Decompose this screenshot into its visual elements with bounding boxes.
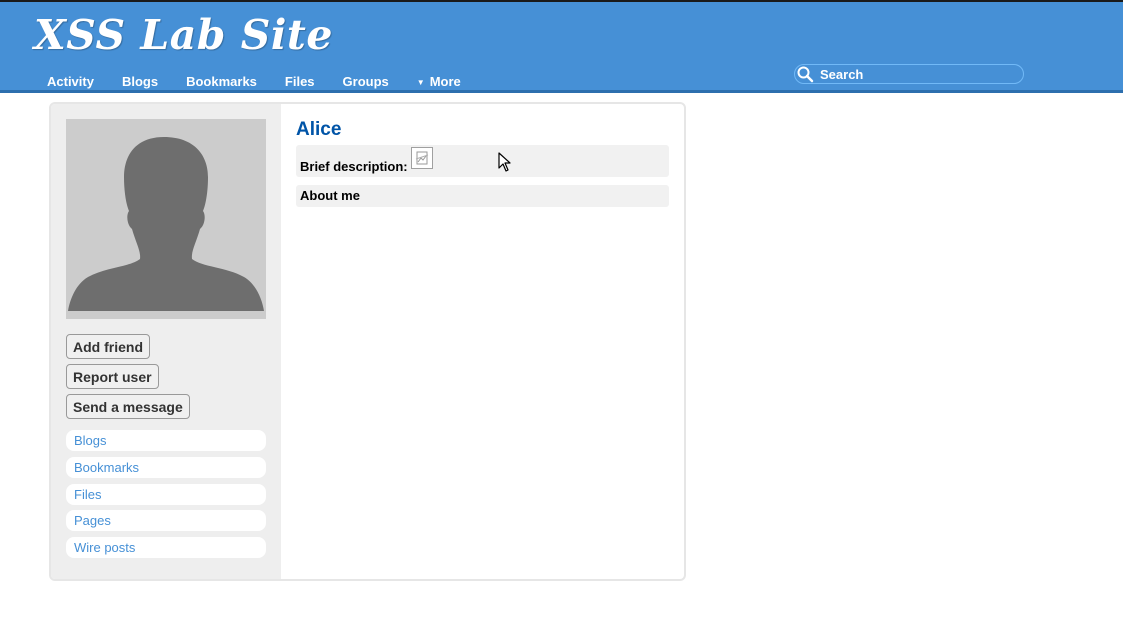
profile-name: Alice xyxy=(296,119,342,140)
owner-menu-wire-posts[interactable]: Wire posts xyxy=(66,537,266,558)
owner-menu-files[interactable]: Files xyxy=(66,484,266,505)
search-input[interactable] xyxy=(820,66,1010,82)
owner-menu-pages[interactable]: Pages xyxy=(66,510,266,531)
default-user-silhouette-icon xyxy=(68,137,264,311)
avatar[interactable] xyxy=(66,119,266,319)
main-nav: Activity Blogs Bookmarks Files Groups ▼ … xyxy=(47,73,489,89)
owner-menu-bookmarks[interactable]: Bookmarks xyxy=(66,457,266,478)
about-me-row: About me xyxy=(296,185,669,207)
profile-box: Add friend Report user Send a message Bl… xyxy=(49,102,686,581)
dropdown-arrow-icon: ▼ xyxy=(416,78,425,87)
nav-item-bookmarks[interactable]: Bookmarks xyxy=(186,74,257,89)
brief-description-row: Brief description: xyxy=(296,145,669,177)
nav-item-activity[interactable]: Activity xyxy=(47,74,94,89)
brief-description-label: Brief description: xyxy=(300,159,408,174)
nav-item-files[interactable]: Files xyxy=(285,74,315,89)
search-box[interactable] xyxy=(794,64,1024,84)
nav-item-blogs[interactable]: Blogs xyxy=(122,74,158,89)
site-title[interactable]: XSS Lab Site xyxy=(34,11,333,59)
nav-more-label: More xyxy=(429,73,461,89)
mouse-cursor-icon xyxy=(498,152,511,172)
broken-image-icon xyxy=(411,147,433,169)
search-icon xyxy=(796,65,814,83)
owner-block: Add friend Report user Send a message Bl… xyxy=(51,104,281,579)
about-me-label: About me xyxy=(300,188,360,203)
send-message-button[interactable]: Send a message xyxy=(66,394,190,419)
nav-item-groups[interactable]: Groups xyxy=(343,74,389,89)
add-friend-button[interactable]: Add friend xyxy=(66,334,150,359)
report-user-button[interactable]: Report user xyxy=(66,364,159,389)
owner-menu-blogs[interactable]: Blogs xyxy=(66,430,266,451)
header-shadow xyxy=(0,90,1123,93)
nav-item-more[interactable]: ▼ More xyxy=(417,74,461,89)
